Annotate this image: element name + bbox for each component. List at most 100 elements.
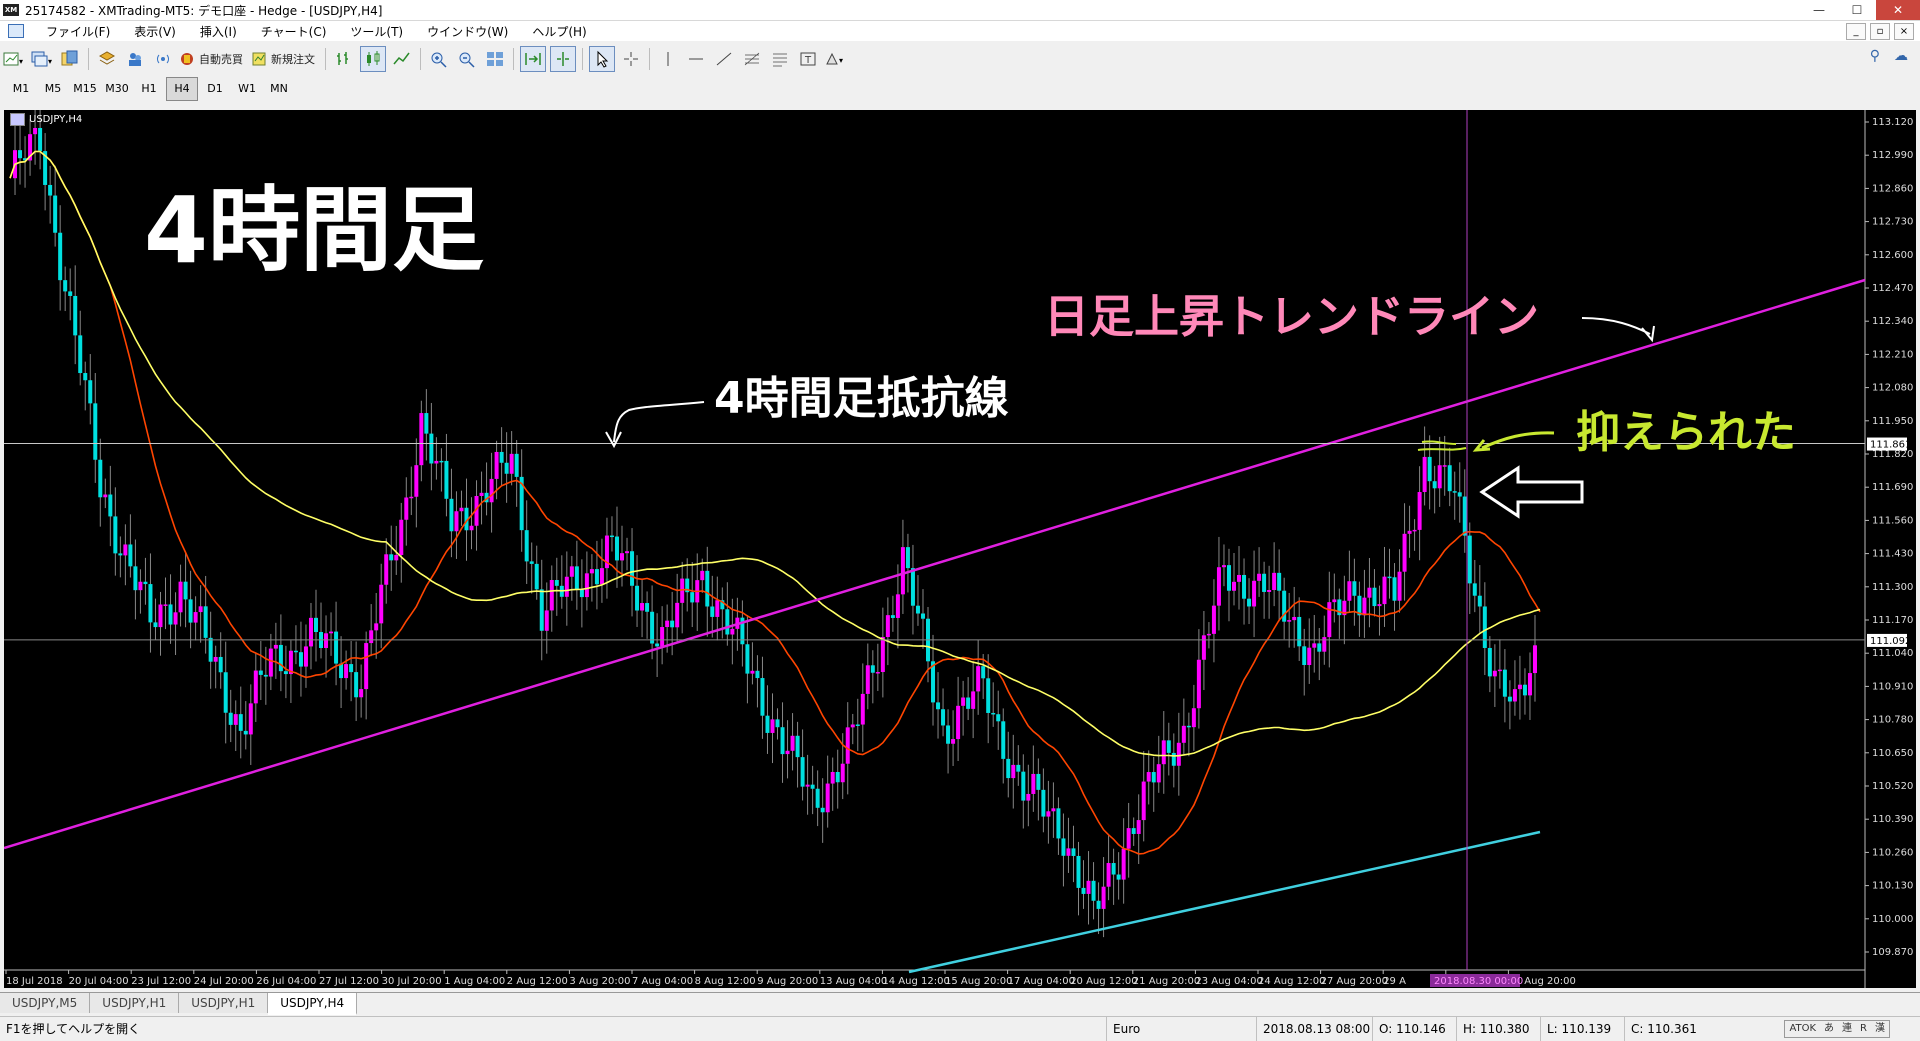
mdi-restore-button[interactable]: ▫	[1870, 23, 1890, 40]
auto-trading-button[interactable]: 自動売買	[179, 47, 247, 71]
price-tick-label: 111.690	[1872, 482, 1913, 493]
text-icon[interactable]: T	[796, 47, 820, 71]
menu-insert[interactable]: 挿入(I)	[188, 23, 249, 40]
ime-hiragana[interactable]: あ	[1820, 1021, 1838, 1037]
crosshair-icon[interactable]	[619, 47, 643, 71]
signals-icon[interactable]	[151, 47, 175, 71]
time-tick-label: 23 Jul 12:00	[131, 976, 191, 987]
tab-usdjpy-h1-2[interactable]: USDJPY,H1	[179, 993, 269, 1013]
tab-usdjpy-h4[interactable]: USDJPY,H4	[268, 993, 358, 1015]
ime-r[interactable]: R	[1856, 1021, 1871, 1037]
candle-body	[153, 622, 158, 628]
candle-body	[700, 570, 705, 581]
chart-window[interactable]: 113.120 112.990 112.860 112.730 112.600 112.4…	[4, 110, 1916, 988]
maximize-button[interactable]: ☐	[1838, 0, 1876, 20]
tf-d1[interactable]: D1	[200, 78, 230, 100]
ime-ren[interactable]: 連	[1838, 1021, 1856, 1037]
candle-body	[1257, 573, 1262, 581]
tf-m30[interactable]: M30	[102, 78, 132, 100]
tf-m15[interactable]: M15	[70, 78, 100, 100]
time-tick-label: 18 Jul 2018	[6, 976, 63, 987]
menu-help[interactable]: ヘルプ(H)	[520, 23, 598, 40]
chart-shift-icon[interactable]	[550, 46, 576, 72]
candle-body	[895, 594, 900, 618]
ime-toolbar[interactable]: ATOK あ 連 R 漢	[1784, 1020, 1890, 1038]
candle-body	[584, 573, 589, 598]
navigator-icon[interactable]	[123, 47, 147, 71]
chat-icon[interactable]: ☁	[1894, 48, 1908, 64]
candle-body	[614, 536, 619, 561]
price-chart[interactable]: 113.120 112.990 112.860 112.730 112.600 112.4…	[4, 110, 1916, 988]
tab-usdjpy-h1[interactable]: USDJPY,H1	[90, 993, 180, 1013]
candle-body	[770, 719, 775, 733]
candle-body	[163, 604, 168, 606]
close-button[interactable]: ✕	[1876, 0, 1920, 20]
status-low: L: 110.139	[1540, 1017, 1629, 1041]
trendline-icon[interactable]	[712, 47, 736, 71]
tile-icon[interactable]	[483, 47, 507, 71]
menu-view[interactable]: 表示(V)	[122, 23, 188, 40]
tf-h4[interactable]: H4	[166, 77, 198, 101]
candle-body	[670, 620, 675, 628]
candle-body	[1437, 465, 1442, 489]
line-chart-icon[interactable]	[390, 47, 414, 71]
windows-icon[interactable]	[58, 47, 82, 71]
candle-body	[359, 689, 364, 698]
minimize-button[interactable]: —	[1800, 0, 1838, 20]
tf-mn[interactable]: MN	[264, 78, 294, 100]
candle-body	[1412, 529, 1417, 532]
new-order-button[interactable]: 新規注文	[251, 47, 319, 71]
candle-body	[564, 576, 569, 597]
new-chart-icon[interactable]: ▾	[2, 47, 26, 71]
vertical-line-icon[interactable]	[656, 47, 680, 71]
ime-atok[interactable]: ATOK	[1785, 1021, 1820, 1037]
mdi-close-button[interactable]: ×	[1894, 23, 1914, 40]
candle-body	[870, 665, 875, 673]
price-tick-label: 111.170	[1872, 615, 1913, 626]
tf-m1[interactable]: M1	[6, 78, 36, 100]
menu-tools[interactable]: ツール(T)	[338, 23, 415, 40]
price-tick-label: 110.650	[1872, 748, 1913, 759]
candle-body	[1512, 689, 1517, 702]
auto-trading-label: 自動売買	[199, 53, 243, 66]
shapes-icon[interactable]: ▾	[824, 47, 848, 71]
candle-body	[1517, 684, 1522, 690]
candle-body	[830, 771, 835, 784]
mdi-minimize-button[interactable]: _	[1846, 23, 1866, 40]
candle-body	[941, 709, 946, 726]
horizontal-line-icon[interactable]	[684, 47, 708, 71]
candle-body	[860, 693, 865, 725]
tf-m5[interactable]: M5	[38, 78, 68, 100]
search-icon[interactable]: ⚲	[1870, 48, 1880, 64]
status-help: F1を押してヘルプを開く	[6, 1022, 141, 1036]
bar-chart-icon[interactable]	[332, 47, 356, 71]
candle-body	[1522, 684, 1527, 696]
time-tick-label: 20 Jul 04:00	[69, 976, 129, 987]
profiles-icon[interactable]: ▾	[30, 47, 54, 71]
tab-usdjpy-m5[interactable]: USDJPY,M5	[0, 993, 91, 1013]
market-watch-icon[interactable]	[95, 47, 119, 71]
candle-body	[148, 584, 153, 623]
candle-body	[469, 525, 474, 531]
candlestick-icon[interactable]	[360, 46, 386, 72]
menu-window[interactable]: ウインドウ(W)	[415, 23, 520, 40]
time-tick-label: 24 Aug 12:00	[1258, 976, 1325, 987]
channel-icon[interactable]	[768, 47, 792, 71]
menu-chart[interactable]: チャート(C)	[249, 23, 339, 40]
candle-body	[98, 459, 103, 498]
zoom-out-icon[interactable]	[455, 47, 479, 71]
candle-body	[1126, 828, 1131, 849]
tf-w1[interactable]: W1	[232, 78, 262, 100]
autoscroll-icon[interactable]	[520, 46, 546, 72]
candle-body	[1232, 581, 1236, 591]
zoom-in-icon[interactable]	[427, 47, 451, 71]
cursor-icon[interactable]	[589, 46, 615, 72]
ime-kanji[interactable]: 漢	[1871, 1021, 1889, 1037]
menu-file[interactable]: ファイル(F)	[34, 23, 122, 40]
fibonacci-icon[interactable]	[740, 47, 764, 71]
tf-h1[interactable]: H1	[134, 78, 164, 100]
document-icon[interactable]	[8, 24, 24, 38]
candle-body	[840, 763, 845, 783]
candle-body	[961, 697, 966, 706]
candle-body	[524, 530, 529, 562]
